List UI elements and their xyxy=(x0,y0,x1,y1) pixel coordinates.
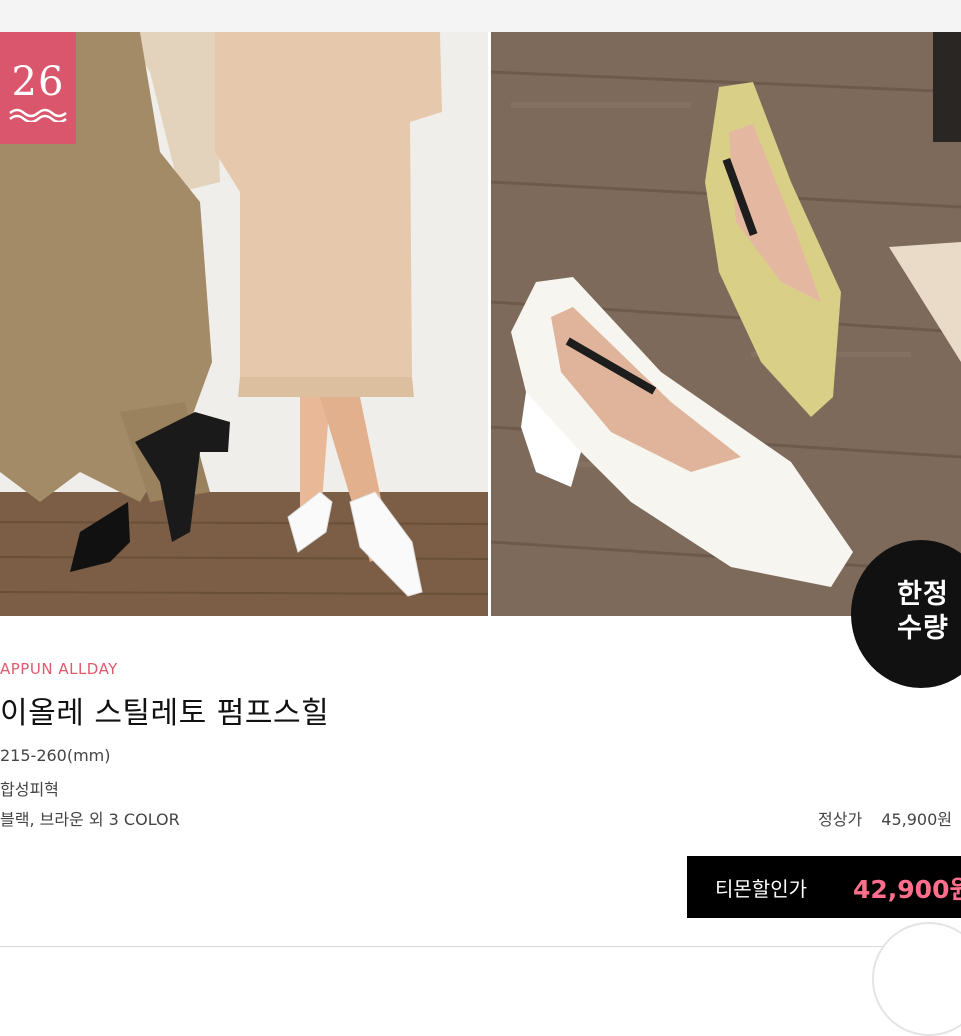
wave-icon xyxy=(9,108,67,122)
floating-action-button[interactable] xyxy=(872,922,961,1036)
product-photo-shoes xyxy=(491,32,961,616)
day-badge: 26 xyxy=(0,32,76,144)
divider xyxy=(0,946,961,947)
spec-color: 블랙, 브라운 외 3 COLOR xyxy=(0,810,180,829)
brand-name[interactable]: APPUN ALLDAY xyxy=(0,660,118,678)
regular-price: 정상가 45,900원 xyxy=(818,806,952,830)
limited-badge-line1: 한정 xyxy=(897,579,949,610)
top-strip xyxy=(0,0,961,33)
regular-price-value: 45,900원 xyxy=(881,810,952,829)
product-title[interactable]: 이올레 스틸레토 펌프스힐 xyxy=(0,688,329,732)
shoes-on-wood-illustration xyxy=(491,32,961,616)
sale-price-label: 티몬할인가 xyxy=(715,877,807,901)
limited-badge-line2: 수량 xyxy=(897,613,949,644)
spec-size: 215-260(mm) xyxy=(0,746,111,765)
sale-price-value: 42,900원 xyxy=(853,875,961,904)
regular-price-label: 정상가 xyxy=(818,810,863,829)
spec-material: 합성피혁 xyxy=(0,780,59,799)
sale-price-box[interactable]: 티몬할인가 42,900원 xyxy=(687,856,961,918)
day-badge-number: 26 xyxy=(11,59,65,105)
